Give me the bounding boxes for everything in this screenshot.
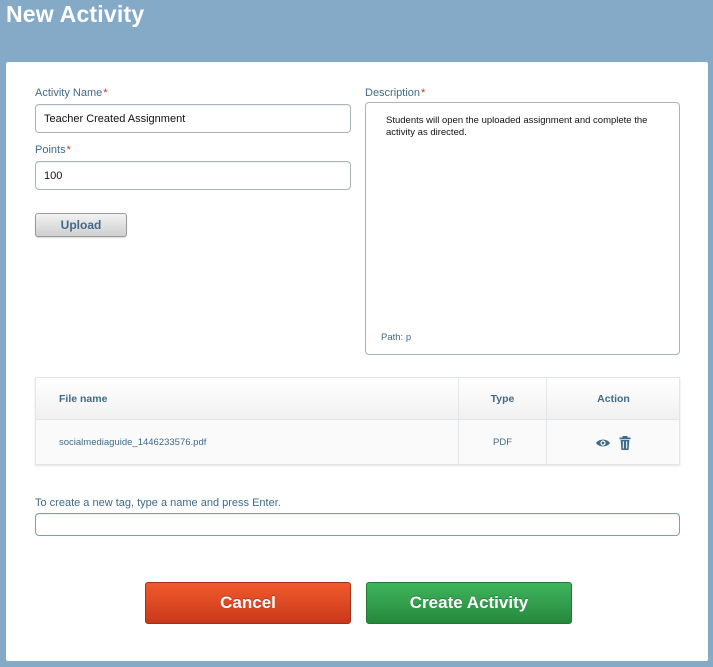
activity-name-label-text: Activity Name (35, 87, 103, 99)
description-label-text: Description (365, 87, 421, 99)
required-marker: * (421, 87, 426, 99)
file-name-link[interactable]: socialmediaguide_1446233576.pdf (59, 420, 206, 465)
points-input[interactable]: 100 (35, 161, 351, 190)
column-header-action: Action (597, 393, 630, 405)
create-activity-button[interactable]: Create Activity (366, 582, 572, 624)
description-editor[interactable]: Students will open the uploaded assignme… (365, 102, 680, 355)
trash-icon[interactable] (617, 435, 633, 451)
description-label: Description* (365, 87, 425, 99)
required-marker: * (103, 87, 108, 99)
activity-form-panel: Activity Name* Teacher Created Assignmen… (6, 62, 708, 661)
tag-instructions: To create a new tag, type a name and pre… (35, 497, 281, 509)
file-type: PDF (493, 437, 512, 448)
description-text[interactable]: Students will open the uploaded assignme… (386, 115, 666, 139)
column-header-file-name: File name (59, 393, 108, 405)
page-title: New Activity (6, 1, 145, 27)
file-actions (547, 420, 680, 465)
points-label-text: Points (35, 144, 66, 156)
activity-name-input[interactable]: Teacher Created Assignment (35, 104, 351, 133)
eye-icon[interactable] (595, 435, 611, 451)
editor-path: Path: p (381, 332, 412, 343)
upload-button[interactable]: Upload (35, 213, 127, 237)
files-table: File name Type Action socialmediaguide_1… (35, 377, 680, 465)
activity-name-label: Activity Name* (35, 87, 108, 99)
cancel-button[interactable]: Cancel (145, 582, 351, 624)
tag-input[interactable] (35, 513, 680, 536)
required-marker: * (66, 144, 71, 156)
column-header-type: Type (490, 393, 515, 405)
points-label: Points* (35, 144, 71, 156)
